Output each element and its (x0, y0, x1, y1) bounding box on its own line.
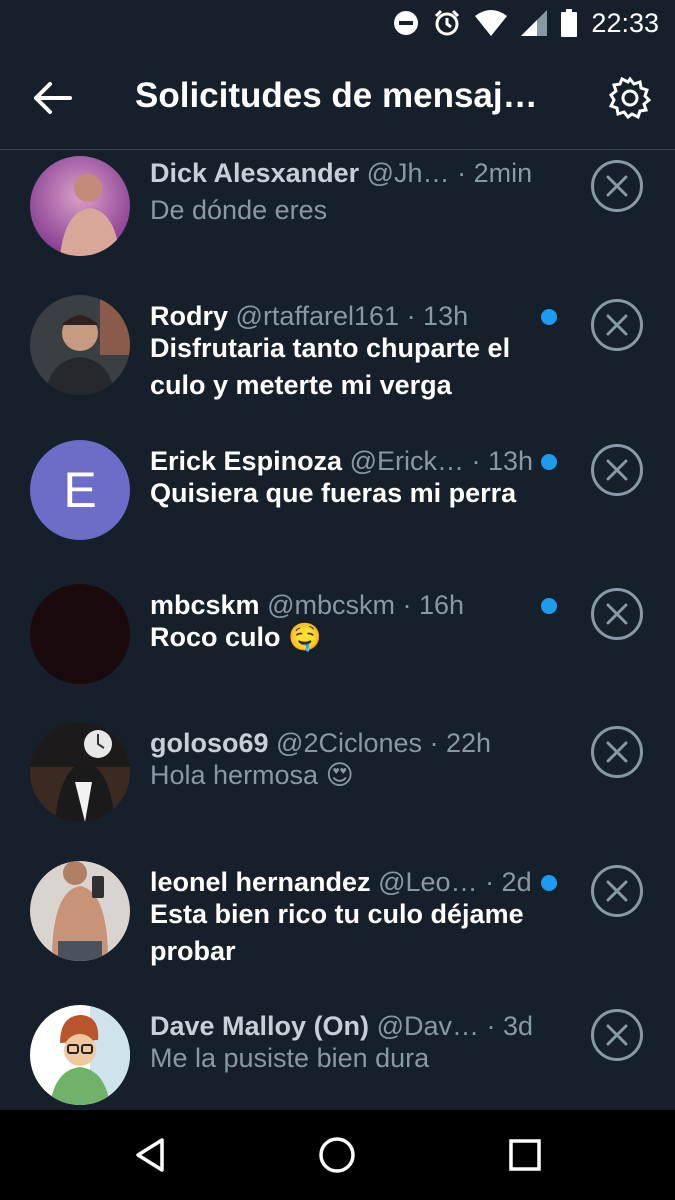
message-preview: Hola hermosa 😍 (150, 760, 354, 790)
sender-line: Dick Alesxander @Jh… · 2min (150, 158, 532, 189)
clock: 22:33 (591, 7, 659, 38)
signal-icon (521, 10, 548, 36)
avatar (30, 1005, 130, 1105)
system-nav-bar (0, 1110, 675, 1200)
request-row[interactable]: Rodry @rtaffarel161 · 13h Disfrutaria ta… (0, 295, 675, 435)
sender-handle: @Erick… (349, 446, 465, 476)
message-preview: Roco culo 🤤 (150, 622, 322, 652)
avatar (30, 156, 130, 256)
sender-handle: @Leo… (378, 867, 478, 897)
timestamp: · 2d (485, 867, 532, 897)
timestamp: · 16h (402, 590, 465, 620)
sender-handle: @rtaffarel161 (235, 301, 400, 331)
timestamp: · 3d (486, 1011, 534, 1041)
timestamp: · 2min (457, 158, 533, 188)
status-bar: 22:33 (0, 0, 675, 46)
sender-name: Erick Espinoza (150, 446, 343, 476)
sender-handle: @Dav… (376, 1011, 479, 1041)
battery-icon (561, 9, 578, 37)
avatar (30, 584, 130, 684)
sender-name: Dave Malloy (On) (150, 1011, 370, 1041)
avatar (30, 295, 130, 395)
app-header: Solicitudes de mensaj… (0, 46, 675, 150)
close-icon (606, 603, 628, 625)
unread-dot (541, 875, 557, 891)
request-row[interactable]: Dick Alesxander @Jh… · 2min De dónde ere… (0, 150, 675, 290)
sender-name: Rodry (150, 301, 229, 331)
unread-dot (541, 454, 557, 470)
avatar (30, 722, 130, 822)
dismiss-button[interactable] (591, 588, 643, 640)
sender-line: Erick Espinoza @Erick… · 13h (150, 446, 533, 477)
page-title: Solicitudes de mensaj… (135, 76, 538, 115)
message-requests-list: Dick Alesxander @Jh… · 2min De dónde ere… (0, 150, 675, 1110)
sender-line: Rodry @rtaffarel161 · 13h (150, 301, 468, 332)
back-arrow-icon (34, 82, 72, 114)
message-preview: De dónde eres (150, 195, 328, 225)
close-icon (606, 1024, 628, 1046)
sender-line: goloso69 @2Ciclones · 22h (150, 728, 491, 759)
dismiss-button[interactable] (591, 444, 643, 496)
sender-name: goloso69 (150, 728, 269, 758)
sender-line: Dave Malloy (On) @Dav… · 3d (150, 1011, 533, 1042)
request-row[interactable]: goloso69 @2Ciclones · 22h Hola hermosa 😍 (0, 722, 675, 862)
circle-home-icon (319, 1137, 355, 1173)
sender-name: leonel hernandez (150, 867, 371, 897)
alarm-icon (433, 9, 461, 37)
nav-back-button[interactable] (128, 1132, 174, 1178)
dismiss-button[interactable] (591, 865, 643, 917)
sender-line: leonel hernandez @Leo… · 2d (150, 867, 532, 898)
dismiss-button[interactable] (591, 160, 643, 212)
sender-name: mbcskm (150, 590, 260, 620)
nav-recents-button[interactable] (502, 1132, 548, 1178)
do-not-disturb-icon (393, 10, 419, 36)
close-icon (606, 314, 628, 336)
sender-handle: @mbcskm (267, 590, 395, 620)
message-preview: Me la pusiste bien dura (150, 1043, 430, 1073)
close-icon (606, 175, 628, 197)
settings-button[interactable] (608, 76, 652, 120)
triangle-back-icon (136, 1138, 164, 1172)
message-preview: Quisiera que fueras mi perra (150, 478, 517, 508)
back-button[interactable] (30, 78, 74, 118)
square-recents-icon (509, 1139, 541, 1171)
unread-dot (541, 309, 557, 325)
wifi-icon (475, 10, 508, 36)
sender-line: mbcskm @mbcskm · 16h (150, 590, 464, 621)
avatar (30, 861, 130, 961)
nav-home-button[interactable] (314, 1132, 360, 1178)
close-icon (606, 741, 628, 763)
message-preview: Esta bien rico tu culo déjame probar (150, 899, 524, 966)
timestamp: · 22h (429, 728, 492, 758)
request-row[interactable]: Dave Malloy (On) @Dav… · 3d Me la pusist… (0, 1005, 675, 1110)
timestamp: · 13h (406, 301, 469, 331)
timestamp: · 13h (471, 446, 534, 476)
gear-icon (608, 76, 652, 120)
sender-handle: @2Ciclones (276, 728, 423, 758)
request-row[interactable]: leonel hernandez @Leo… · 2d Esta bien ri… (0, 861, 675, 1001)
close-icon (606, 880, 628, 902)
dismiss-button[interactable] (591, 726, 643, 778)
dismiss-button[interactable] (591, 299, 643, 351)
unread-dot (541, 598, 557, 614)
close-icon (606, 459, 628, 481)
sender-handle: @Jh… (366, 158, 450, 188)
sender-name: Dick Alesxander (150, 158, 360, 188)
request-row[interactable]: E Erick Espinoza @Erick… · 13h Quisiera … (0, 440, 675, 580)
message-preview: Disfrutaria tanto chuparte el culo y met… (150, 333, 511, 400)
avatar: E (30, 440, 130, 540)
dismiss-button[interactable] (591, 1009, 643, 1061)
request-row[interactable]: mbcskm @mbcskm · 16h Roco culo 🤤 (0, 584, 675, 724)
